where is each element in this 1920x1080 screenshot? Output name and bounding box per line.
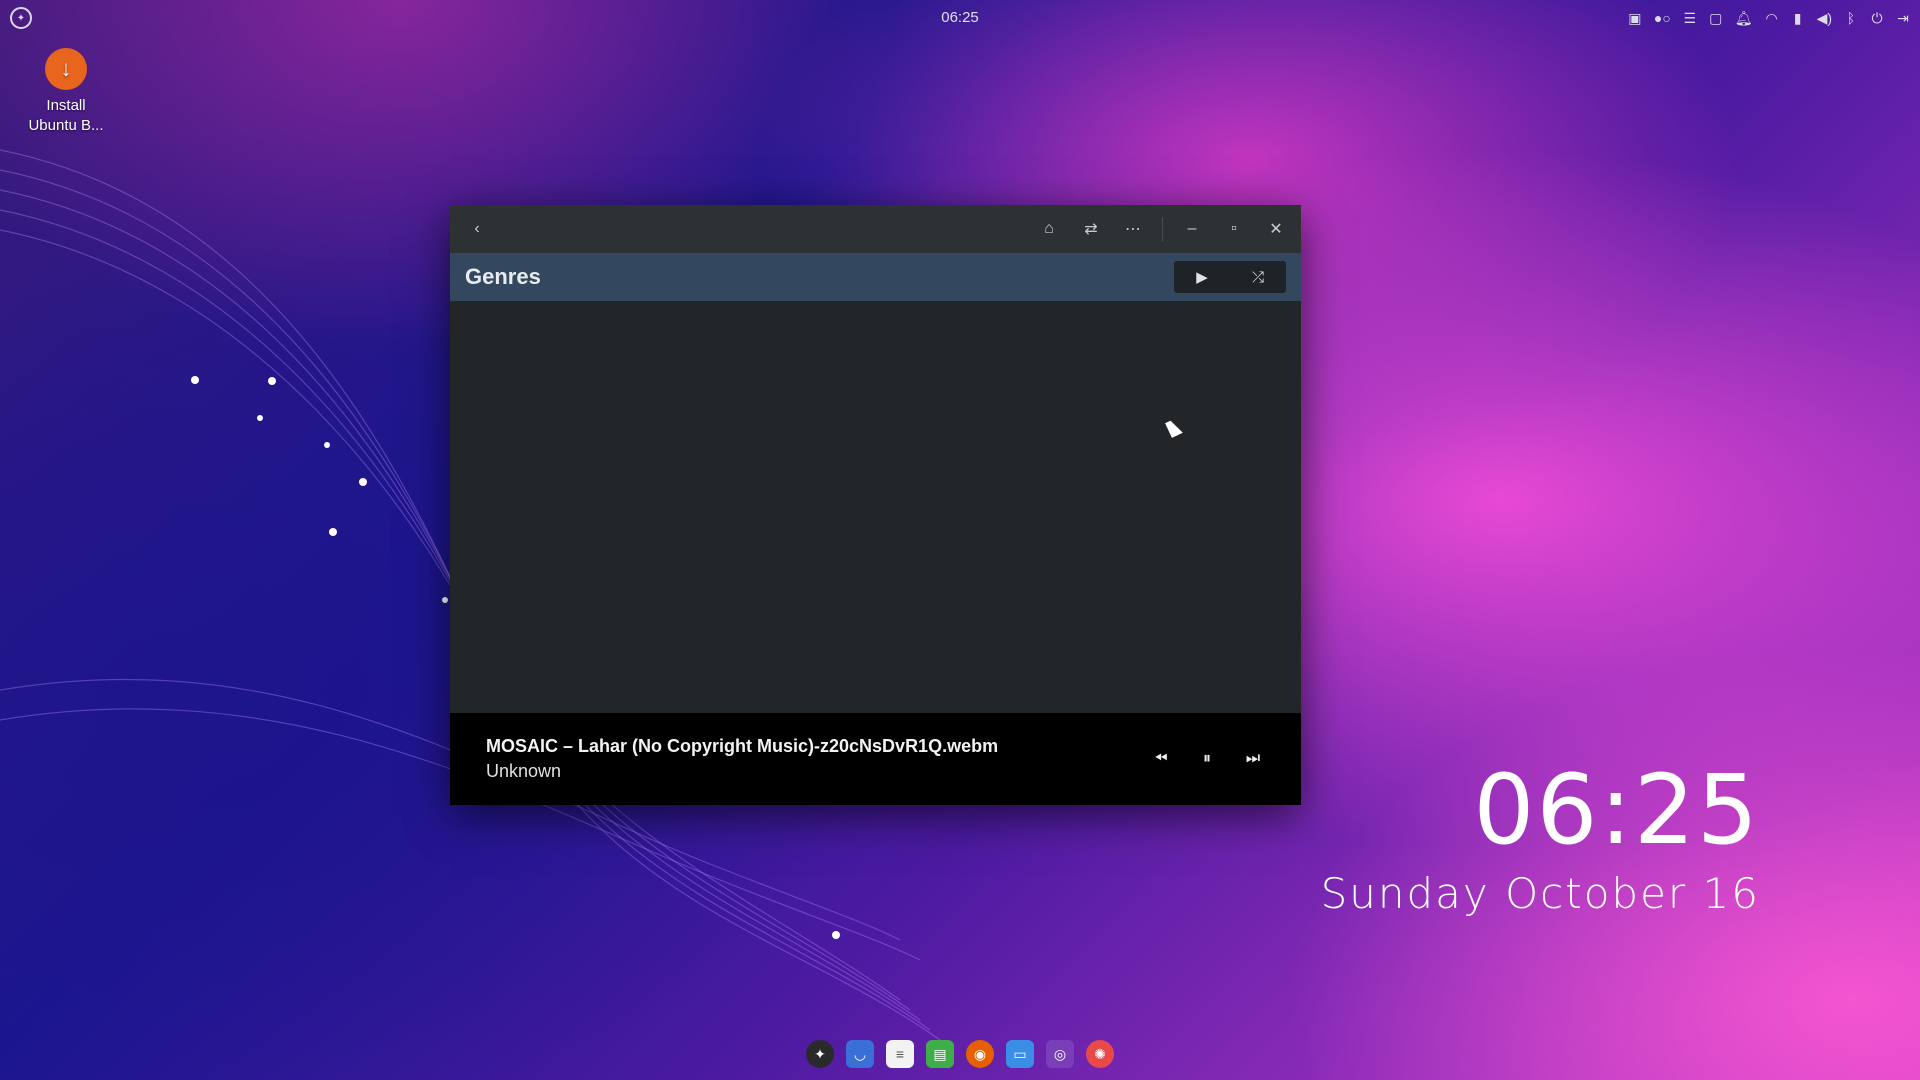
next-icon[interactable]: ⏭︎	[1241, 747, 1265, 771]
shuffle-icon: ⤮	[1251, 268, 1264, 286]
files-icon[interactable]: ▭	[1006, 1040, 1034, 1068]
track-artist: Unknown	[486, 761, 562, 781]
header-actions: ▶ ⤮	[1174, 261, 1286, 293]
toggle-icon[interactable]: ●○	[1654, 10, 1671, 26]
page-title: Genres	[465, 264, 541, 289]
screencast-icon[interactable]: ◎	[1046, 1040, 1074, 1068]
desktop-clock-widget: 06:25 Sunday October 16	[1321, 755, 1760, 918]
ubuntu-budgie-icon[interactable]: ✦	[806, 1040, 834, 1068]
spreadsheet-icon[interactable]: ▤	[926, 1040, 954, 1068]
screen-icon[interactable]: ▣	[1628, 10, 1642, 27]
titlebar-separator	[1162, 217, 1163, 241]
install-label-line1: Install	[46, 97, 86, 114]
dock: ✦ ◡ ≡ ▤ ◉ ▭ ◎ ✺	[806, 1040, 1114, 1068]
minimize-icon[interactable]: –	[1177, 214, 1207, 244]
budgie-menu-icon[interactable]: ✦	[10, 7, 32, 29]
genres-list	[450, 301, 1301, 713]
install-label-line2: Ubuntu B...	[28, 117, 104, 134]
download-icon: ↓	[45, 48, 87, 90]
store-icon[interactable]: ◡	[846, 1040, 874, 1068]
now-playing-bar[interactable]: MOSAIC – Lahar (No Copyright Music)-z20c…	[450, 713, 1301, 805]
system-tray: ▣ ●○ ☰ ▢ 🔔︎ ◠ ▮ ◀) ᛒ ⏻ ⇥	[1628, 10, 1910, 27]
close-icon[interactable]: ✕	[1261, 214, 1291, 244]
menu-icon[interactable]: ☰	[1683, 10, 1697, 27]
window-titlebar[interactable]: ‹ ⌂ ⇄ ⋯ – ▫ ✕	[450, 205, 1301, 253]
previous-icon[interactable]: ⏪︎	[1149, 747, 1173, 771]
text-editor-icon[interactable]: ≡	[886, 1040, 914, 1068]
clock-date: Sunday October 16	[1320, 869, 1760, 918]
music-window: ‹ ⌂ ⇄ ⋯ – ▫ ✕ Genres ▶ ⤮ MOSAIC – Lahar …	[450, 205, 1301, 805]
top-panel: ✦ 06:25 ▣ ●○ ☰ ▢ 🔔︎ ◠ ▮ ◀) ᛒ ⏻ ⇥	[0, 0, 1920, 36]
clock-time: 06:25	[1473, 754, 1760, 866]
bluetooth-icon[interactable]: ᛒ	[1844, 10, 1858, 26]
wifi-icon[interactable]: ◠	[1765, 10, 1779, 27]
bell-icon[interactable]: 🔔︎	[1735, 10, 1753, 27]
battery-icon[interactable]: ▮	[1791, 10, 1805, 27]
pause-icon[interactable]: ⏸︎	[1195, 747, 1219, 771]
panel-clock[interactable]: 06:25	[941, 9, 979, 26]
play-icon: ▶	[1196, 269, 1208, 286]
firefox-icon[interactable]: ◉	[966, 1040, 994, 1068]
play-all-button[interactable]: ▶	[1174, 261, 1230, 293]
folder-icon[interactable]: ▢	[1709, 10, 1723, 27]
power-icon[interactable]: ⏻	[1870, 10, 1884, 27]
help-icon[interactable]: ✺	[1086, 1040, 1114, 1068]
maximize-icon[interactable]: ▫	[1219, 214, 1249, 244]
more-icon[interactable]: ⋯	[1118, 214, 1148, 244]
volume-icon[interactable]: ◀)	[1817, 10, 1832, 27]
track-name: MOSAIC – Lahar (No Copyright Music)-z20c…	[486, 736, 999, 756]
logout-icon[interactable]: ⇥	[1896, 10, 1910, 27]
repeat-icon[interactable]: ⇄	[1076, 214, 1106, 244]
install-ubuntu-desktop-icon[interactable]: ↓ Install Ubuntu B...	[14, 48, 118, 136]
home-icon[interactable]: ⌂	[1034, 214, 1064, 244]
shuffle-button[interactable]: ⤮	[1230, 261, 1286, 293]
playback-controls: ⏪︎ ⏸︎ ⏭︎	[1149, 747, 1265, 771]
track-info: MOSAIC – Lahar (No Copyright Music)-z20c…	[486, 736, 998, 782]
back-icon[interactable]: ‹	[462, 214, 492, 244]
genres-header: Genres ▶ ⤮	[450, 253, 1301, 301]
